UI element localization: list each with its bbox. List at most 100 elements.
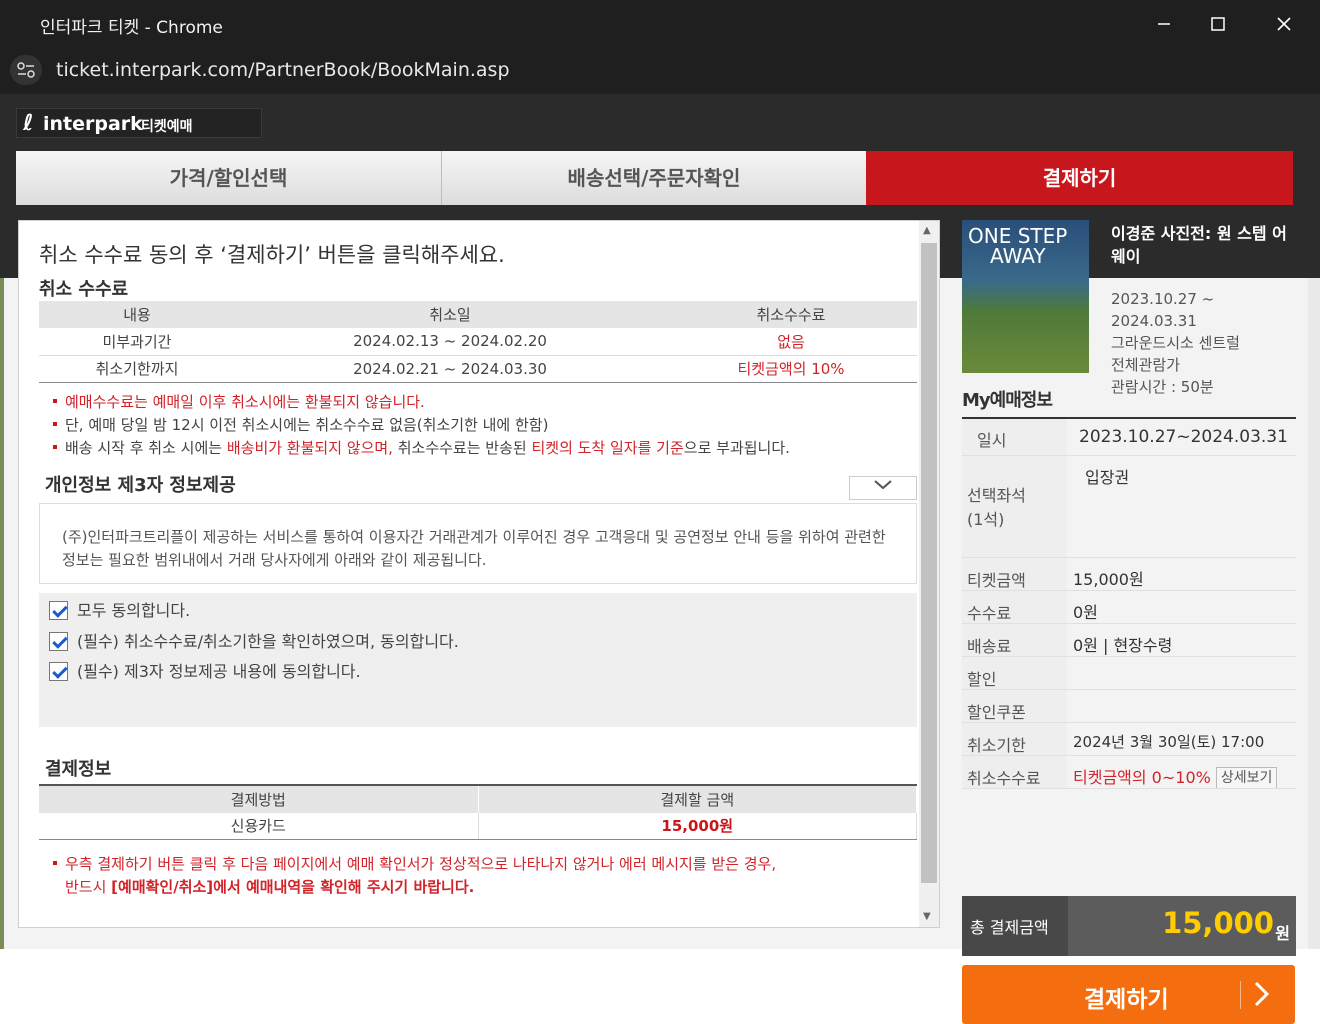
agree-cancel-checkbox[interactable] bbox=[49, 632, 68, 651]
info-value bbox=[1073, 657, 1296, 689]
info-value: 티켓금액의 0~10% 상세보기 bbox=[1073, 756, 1296, 788]
tab-payment[interactable]: 결제하기 bbox=[866, 151, 1293, 205]
agree-cancel-label: (필수) 취소수수료/취소기한을 확인하였으며, 동의합니다. bbox=[77, 632, 459, 651]
fee-cell: 2024.02.21 ~ 2024.03.30 bbox=[235, 355, 665, 383]
info-label: 일시 bbox=[962, 419, 1067, 455]
close-button[interactable] bbox=[1264, 8, 1304, 40]
tab-delivery-confirm[interactable]: 배송선택/주문자확인 bbox=[442, 151, 866, 205]
left-edge bbox=[0, 278, 4, 949]
note-same-day: 단, 예매 당일 밤 12시 이전 취소시에는 취소수수료 없음(취소기한 내에… bbox=[49, 414, 790, 437]
interpark-logo: ℓ interpark 티켓예매 bbox=[16, 108, 262, 138]
poster-text: AWAY bbox=[990, 244, 1046, 268]
pay-button[interactable]: 결제하기 bbox=[962, 965, 1295, 1024]
chevron-right-icon bbox=[1253, 980, 1271, 1014]
fee-cell: 미부과기간 bbox=[39, 328, 235, 356]
agree-all-label: 모두 동의합니다. bbox=[77, 601, 191, 620]
cancel-fee-value: 티켓금액의 0~10% bbox=[1073, 768, 1211, 787]
step-tabs: 가격/할인선택 배송선택/주문자확인 결제하기 bbox=[16, 151, 1293, 205]
show-period-end: 2024.03.31 bbox=[1111, 312, 1197, 330]
total-label: 총 결제금액 bbox=[962, 896, 1068, 956]
scroll-thumb[interactable] bbox=[921, 243, 937, 883]
pay-method: 신용카드 bbox=[39, 813, 479, 840]
pay-amount: 15,000원 bbox=[478, 813, 917, 840]
payment-table: 결제방법 결제할 금액 신용카드 15,000원 bbox=[39, 784, 917, 840]
page-headline: 취소 수수료 동의 후 ‘결제하기’ 버튼을 클릭해주세요. bbox=[39, 243, 505, 267]
note-delivery: 배송 시작 후 취소 시에는 배송비가 환불되지 않으며, 취소수수료는 반송된… bbox=[49, 437, 790, 460]
info-row-ticket-price: 티켓금액 15,000원 bbox=[962, 558, 1296, 591]
window-title: 인터파크 티켓 - Chrome bbox=[40, 18, 223, 38]
payment-note-1: 우측 결제하기 버튼 클릭 후 다음 페이지에서 예매 확인서가 정상적으로 나… bbox=[51, 853, 776, 876]
scroll-down-icon[interactable]: ▼ bbox=[923, 911, 931, 922]
pay-button-divider bbox=[1240, 981, 1241, 1009]
info-value: 입장권 bbox=[1085, 468, 1130, 487]
info-label: 수수료 bbox=[962, 591, 1067, 623]
fee-col-fee: 취소수수료 bbox=[665, 301, 917, 328]
logo-name: interpark bbox=[43, 113, 143, 135]
detail-view-button[interactable]: 상세보기 bbox=[1215, 767, 1278, 788]
main-panel: 취소 수수료 동의 후 ‘결제하기’ 버튼을 클릭해주세요. 취소 수수료 내용… bbox=[18, 220, 940, 928]
page: ℓ interpark 티켓예매 가격/할인선택 배송선택/주문자확인 결제하기… bbox=[0, 94, 1320, 1024]
pay-button-label: 결제하기 bbox=[1084, 987, 1169, 1013]
scroll-up-icon[interactable]: ▲ bbox=[923, 225, 931, 236]
info-row-cancel-fee: 취소수수료 티켓금액의 0~10% 상세보기 bbox=[962, 756, 1296, 789]
info-label: 취소수수료 bbox=[962, 756, 1067, 788]
fee-cell: 2024.02.13 ~ 2024.02.20 bbox=[235, 328, 665, 356]
right-edge bbox=[1308, 278, 1320, 949]
close-icon bbox=[1277, 17, 1291, 31]
cancel-notes: 예매수수료는 예매일 이후 취소시에는 환불되지 않습니다. 단, 예매 당일 … bbox=[49, 391, 790, 460]
window-titlebar: 인터파크 티켓 - Chrome bbox=[0, 0, 1320, 46]
table-row: 취소기한까지 2024.02.21 ~ 2024.03.30 티켓금액의 10% bbox=[39, 355, 917, 383]
note-text: 취소수수료는 반송된 bbox=[392, 439, 532, 457]
tune-icon bbox=[17, 62, 35, 78]
info-label: 할인 bbox=[962, 657, 1067, 689]
info-row-coupon: 할인쿠폰 bbox=[962, 690, 1296, 723]
privacy-title: 개인정보 제3자 정보제공 bbox=[45, 475, 236, 496]
privacy-text: (주)인터파크트리플이 제공하는 서비스를 통하여 이용자간 거래관계가 이루어… bbox=[39, 503, 917, 584]
info-label: 취소기한 bbox=[962, 723, 1067, 755]
total-amount: 15,000 bbox=[1162, 906, 1274, 940]
note-text-bold: [예매확인/취소]에서 예매내역을 확인해 주시기 바랍니다. bbox=[111, 878, 475, 896]
note-text: 반드시 bbox=[65, 878, 112, 896]
show-info: 2023.10.27 ~ 2024.03.31 그라운드시소 센트럴 전체관람가… bbox=[1111, 288, 1240, 398]
info-value: 2024년 3월 30일(토) 17:00 bbox=[1073, 733, 1265, 751]
total-unit: 원 bbox=[1275, 924, 1290, 943]
info-label: 선택좌석 (1석) bbox=[962, 456, 1067, 557]
tab-price-discount[interactable]: 가격/할인선택 bbox=[16, 151, 442, 205]
info-row-discount: 할인 bbox=[962, 657, 1296, 690]
info-row-date: 일시 2023.10.27~2024.03.31 bbox=[962, 419, 1296, 456]
info-row-cancel-deadline: 취소기한 2024년 3월 30일(토) 17:00 bbox=[962, 723, 1296, 756]
scrollbar[interactable]: ▲ ▼ bbox=[919, 221, 939, 927]
agreement-box: 모두 동의합니다. (필수) 취소수수료/취소기한을 확인하였으며, 동의합니다… bbox=[39, 593, 917, 727]
info-value: 0원 | 현장수령 bbox=[1073, 636, 1173, 655]
info-label: 할인쿠폰 bbox=[962, 690, 1067, 722]
payment-note-2: 반드시 [예매확인/취소]에서 예매내역을 확인해 주시기 바랍니다. bbox=[51, 876, 776, 899]
fee-cell: 티켓금액의 10% bbox=[665, 355, 917, 383]
info-row-seat: 선택좌석 (1석) 입장권 bbox=[962, 456, 1296, 558]
show-period-start: 2023.10.27 ~ bbox=[1111, 290, 1215, 308]
show-poster: ONE STEP AWAY bbox=[962, 220, 1089, 373]
my-booking-title: My예매정보 bbox=[962, 390, 1053, 411]
url-text[interactable]: ticket.interpark.com/PartnerBook/BookMai… bbox=[56, 59, 510, 81]
maximize-button[interactable] bbox=[1198, 8, 1238, 40]
chevron-right-svg bbox=[1254, 981, 1270, 1007]
fee-cell: 취소기한까지 bbox=[39, 355, 235, 383]
person-icon: ℓ bbox=[23, 111, 34, 136]
agree-third-label: (필수) 제3자 정보제공 내용에 동의합니다. bbox=[77, 662, 361, 681]
minimize-button[interactable] bbox=[1144, 8, 1184, 40]
chevron-down-icon bbox=[874, 480, 892, 490]
info-value bbox=[1073, 690, 1296, 722]
agree-all-checkbox[interactable] bbox=[49, 601, 68, 620]
payment-notes: 우측 결제하기 버튼 클릭 후 다음 페이지에서 예매 확인서가 정상적으로 나… bbox=[51, 853, 776, 899]
minimize-icon bbox=[1158, 23, 1170, 25]
site-info-button[interactable] bbox=[10, 55, 42, 85]
cancel-fee-table: 내용 취소일 취소수수료 미부과기간 2024.02.13 ~ 2024.02.… bbox=[39, 301, 917, 383]
info-label: 티켓금액 bbox=[962, 558, 1067, 590]
info-value: 15,000원 bbox=[1073, 570, 1144, 589]
show-runtime: 관람시간 : 50분 bbox=[1111, 378, 1214, 396]
logo-sub: 티켓예매 bbox=[141, 119, 193, 135]
expand-privacy-button[interactable] bbox=[849, 476, 917, 500]
total-amount-box: 총 결제금액 15,000 원 bbox=[962, 896, 1296, 956]
table-row: 미부과기간 2024.02.13 ~ 2024.02.20 없음 bbox=[39, 328, 917, 356]
info-value: 2023.10.27~2024.03.31 bbox=[1079, 427, 1288, 447]
agree-third-checkbox[interactable] bbox=[49, 662, 68, 681]
